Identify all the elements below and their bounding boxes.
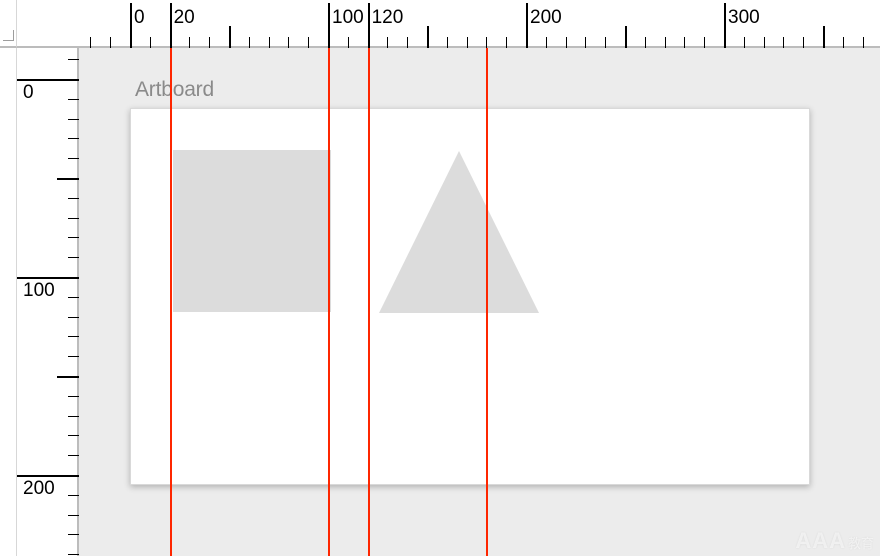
- ruler-number: 100: [23, 280, 55, 302]
- ruler-tick-major: [130, 3, 132, 48]
- artboard[interactable]: [130, 108, 810, 485]
- ruler-tick-major: [328, 3, 330, 48]
- ruler-number: 300: [728, 7, 760, 29]
- ruler-tick: [506, 37, 507, 48]
- ruler-tick: [110, 37, 111, 48]
- ruler-tick: [57, 178, 79, 180]
- ruler-tick: [68, 416, 79, 417]
- ruler-tick: [68, 198, 79, 199]
- ruler-number: 0: [23, 82, 34, 104]
- rectangle-shape[interactable]: [173, 150, 331, 312]
- ruler-tick: [90, 37, 91, 48]
- ruler-tick: [229, 26, 231, 48]
- ruler-corner[interactable]: [0, 0, 17, 48]
- ruler-tick: [189, 37, 190, 48]
- ruler-tick: [249, 37, 250, 48]
- ruler-tick: [645, 37, 646, 48]
- ruler-tick: [427, 26, 429, 48]
- ruler-tick-major: [170, 3, 172, 48]
- ruler-number: 20: [174, 7, 195, 29]
- ruler-tick: [68, 356, 79, 357]
- ruler-tick: [68, 99, 79, 100]
- watermark-brand: AAA: [795, 528, 846, 553]
- watermark: AAA教育: [795, 528, 874, 554]
- ruler-tick: [68, 455, 79, 456]
- ruler-tick: [585, 37, 586, 48]
- ruler-tick: [407, 37, 408, 48]
- ruler-origin-icon: [3, 30, 14, 41]
- ruler-tick: [783, 37, 784, 48]
- ruler-tick-major: [526, 3, 528, 48]
- ruler-tick: [863, 37, 864, 48]
- ruler-tick-major: [17, 277, 79, 279]
- ruler-tick: [57, 376, 79, 378]
- ruler-tick: [288, 37, 289, 48]
- ruler-tick: [486, 37, 487, 48]
- ruler-tick: [467, 37, 468, 48]
- ruler-tick: [387, 37, 388, 48]
- ruler-number: 200: [23, 478, 55, 500]
- left-ruler[interactable]: 0 100 200: [17, 48, 79, 556]
- ruler-tick: [546, 37, 547, 48]
- ruler-tick: [68, 336, 79, 337]
- ruler-tick: [68, 515, 79, 516]
- ruler-tick: [68, 257, 79, 258]
- top-ruler[interactable]: 0 20 100 120 200 300: [79, 3, 880, 48]
- ruler-tick: [68, 237, 79, 238]
- ruler-tick-major: [17, 79, 79, 81]
- ruler-tick-major: [368, 3, 370, 48]
- ruler-tick-major: [724, 3, 726, 48]
- ruler-tick: [764, 37, 765, 48]
- ruler-tick: [68, 218, 79, 219]
- ruler-tick: [308, 37, 309, 48]
- ruler-number: 0: [134, 7, 145, 29]
- ruler-tick: [566, 37, 567, 48]
- ruler-tick: [68, 495, 79, 496]
- ruler-tick: [68, 435, 79, 436]
- ruler-tick: [269, 37, 270, 48]
- ruler-tick: [68, 59, 79, 60]
- ruler-tick: [744, 37, 745, 48]
- ruler-tick: [348, 37, 349, 48]
- ruler-tick: [68, 317, 79, 318]
- canvas-area[interactable]: Artboard: [79, 48, 880, 556]
- watermark-suffix: 教育: [848, 536, 874, 551]
- ruler-tick-major: [17, 475, 79, 477]
- ruler-tick: [68, 396, 79, 397]
- ruler-number: 120: [372, 7, 404, 29]
- triangle-shape[interactable]: [379, 151, 539, 313]
- ruler-tick: [68, 158, 79, 159]
- ruler-tick: [68, 534, 79, 535]
- ruler-tick: [68, 554, 79, 555]
- ruler-tick: [625, 26, 627, 48]
- ruler-tick: [68, 297, 79, 298]
- ruler-tick: [823, 26, 825, 48]
- ruler-tick: [150, 37, 151, 48]
- ruler-tick: [68, 119, 79, 120]
- ruler-tick: [843, 37, 844, 48]
- left-gutter: [0, 48, 17, 556]
- ruler-tick: [803, 37, 804, 48]
- ruler-number: 100: [332, 7, 364, 29]
- ruler-tick: [704, 37, 705, 48]
- ruler-tick: [209, 37, 210, 48]
- artboard-label[interactable]: Artboard: [135, 78, 214, 102]
- ruler-number: 200: [530, 7, 562, 29]
- ruler-tick: [684, 37, 685, 48]
- ruler-tick: [605, 37, 606, 48]
- ruler-tick: [447, 37, 448, 48]
- ruler-tick: [665, 37, 666, 48]
- ruler-tick: [68, 138, 79, 139]
